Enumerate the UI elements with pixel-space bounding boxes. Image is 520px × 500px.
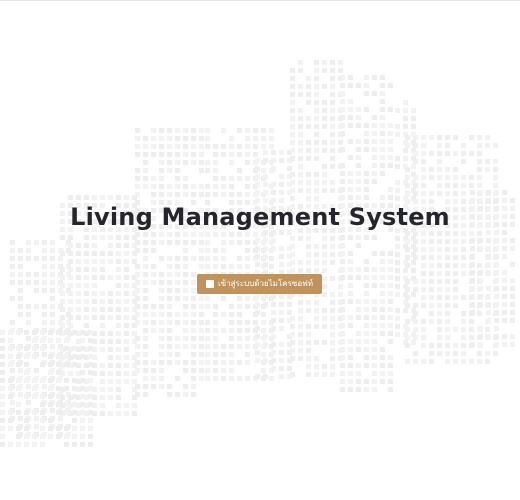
login-page: Living Management System เข้าสู่ระบบด้วย… [0,0,520,500]
microsoft-login-button[interactable]: เข้าสู่ระบบด้วยไมโครซอฟท์ [197,274,322,294]
microsoft-icon [205,280,214,288]
page-title: Living Management System [70,203,450,231]
city-skyline-background [0,60,515,447]
login-button-label: เข้าสู่ระบบด้วยไมโครซอฟท์ [217,279,314,288]
